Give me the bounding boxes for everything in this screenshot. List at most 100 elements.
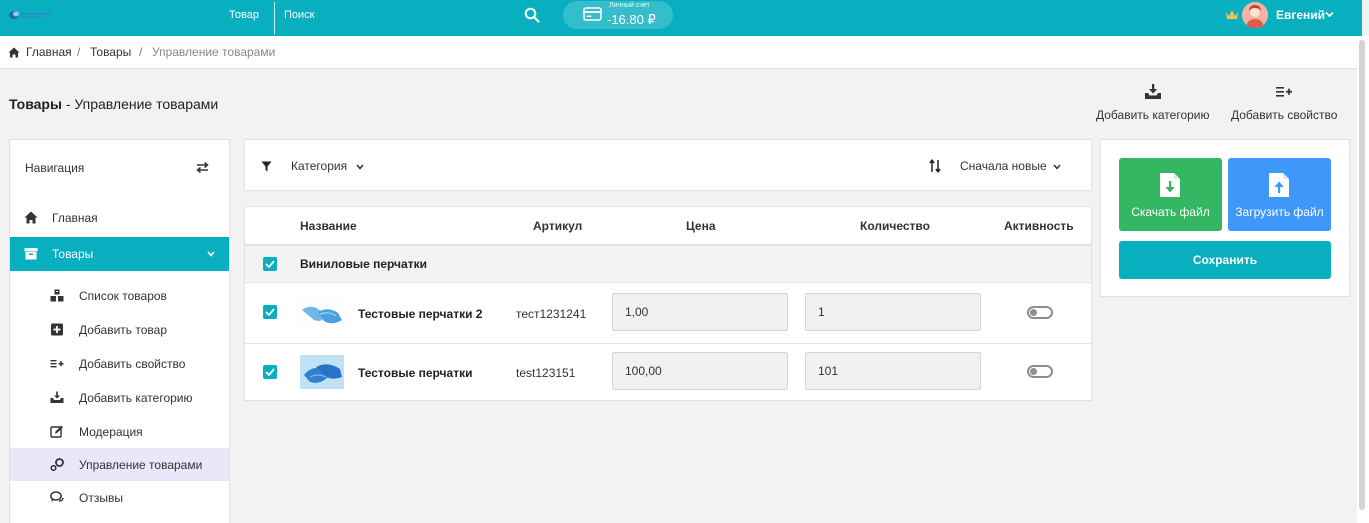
column-header-activity: Активность: [1004, 219, 1074, 233]
chevron-down-icon: [207, 251, 215, 257]
product-name: Тестовые перчатки: [358, 366, 473, 380]
check-icon: [265, 368, 275, 376]
sidebar-subitem-reviews[interactable]: Отзывы: [10, 481, 229, 514]
comments-icon: [50, 491, 64, 502]
sidebar-subitem-label: Добавить свойство: [79, 357, 186, 371]
sidebar-subitem-add-good[interactable]: Добавить товар: [10, 313, 229, 346]
sidebar-subitem-label: Отзывы: [79, 491, 123, 505]
download-file-label: Скачать файл: [1131, 205, 1210, 219]
sidebar-item-home[interactable]: Главная: [10, 201, 229, 235]
quantity-input[interactable]: 101: [805, 352, 981, 390]
list-plus-icon: [1276, 87, 1293, 97]
inbox-download-icon: [50, 391, 64, 403]
top-bar: Товар Поиск Личный счет -16.80 ₽ Евгений: [0, 0, 1362, 36]
check-icon: [265, 308, 275, 316]
boxes-icon: [50, 289, 64, 302]
filter-icon: [261, 161, 272, 172]
sidebar-header: Навигация: [25, 161, 85, 175]
logo[interactable]: [8, 9, 52, 21]
product-thumbnail[interactable]: [300, 355, 344, 389]
row-checkbox[interactable]: [263, 365, 277, 379]
sidebar-subitem-add-category[interactable]: Добавить категорию: [10, 381, 229, 414]
check-icon: [265, 260, 275, 268]
divider: [245, 343, 1091, 344]
sidebar-item-label: Главная: [52, 211, 98, 225]
home-icon: [24, 211, 38, 224]
chevron-down-icon[interactable]: [1053, 164, 1061, 170]
sort-icon: [929, 159, 941, 173]
nav-search-link[interactable]: Поиск: [284, 9, 314, 21]
column-header-sku: Артикул: [533, 219, 583, 233]
card-icon: [583, 7, 602, 21]
file-actions-panel: Скачать файл Загрузить файл Сохранить: [1100, 139, 1350, 297]
add-property-action[interactable]: Добавить свойство: [1231, 84, 1337, 122]
home-icon: [8, 47, 20, 58]
group-row: Виниловые перчатки: [245, 246, 1091, 282]
product-sku: test123151: [516, 366, 576, 380]
search-icon[interactable]: [524, 7, 540, 23]
divider: [245, 282, 1091, 283]
balance-label: Личный счет: [609, 2, 650, 9]
breadcrumb-current: Управление товарами: [152, 45, 276, 59]
save-button[interactable]: Сохранить: [1119, 241, 1331, 279]
sidebar-subitem-goods-management[interactable]: Управление товарами: [10, 448, 229, 481]
user-name[interactable]: Евгений: [1276, 8, 1325, 22]
row-checkbox[interactable]: [263, 305, 277, 319]
box-icon: [24, 248, 38, 260]
group-checkbox[interactable]: [263, 257, 277, 271]
breadcrumb-home[interactable]: Главная: [26, 45, 72, 59]
sidebar-subitem-label: Управление товарами: [79, 458, 203, 472]
breadcrumb-separator: /: [77, 45, 81, 59]
add-property-label: Добавить свойство: [1231, 108, 1338, 122]
add-category-action[interactable]: Добавить категорию: [1096, 84, 1210, 122]
gears-icon: [50, 458, 64, 471]
sidebar-subitem-label: Добавить товар: [79, 323, 167, 337]
plus-square-icon: [51, 323, 63, 336]
goods-table: Название Артикул Цена Количество Активно…: [244, 206, 1092, 401]
breadcrumb-goods[interactable]: Товары: [90, 45, 131, 59]
activity-toggle[interactable]: [1027, 306, 1053, 319]
balance-value: -16.80 ₽: [607, 12, 656, 27]
sidebar-item-label: Товары: [52, 247, 94, 261]
sidebar: Навигация Главная Товары Список товаров: [9, 139, 230, 523]
nav-goods-link[interactable]: Товар: [229, 9, 259, 21]
breadcrumb: Главная / Товары / Управление товарами: [0, 36, 1362, 69]
activity-toggle[interactable]: [1027, 365, 1053, 378]
crown-icon: [1226, 10, 1238, 19]
sidebar-subitem-moderation[interactable]: Модерация: [10, 415, 229, 448]
sidebar-subitem-add-property[interactable]: Добавить свойство: [10, 347, 229, 380]
inbox-download-icon: [1144, 84, 1161, 99]
page-title: Товары - Управление товарами: [9, 96, 218, 112]
sort-dropdown[interactable]: Сначала новые: [960, 159, 1047, 173]
quantity-input[interactable]: 1: [805, 293, 981, 331]
scrollbar-thumb[interactable]: [1359, 40, 1365, 510]
product-sku: тест1231241: [516, 307, 587, 321]
chevron-down-icon[interactable]: [1325, 11, 1334, 18]
column-header-price: Цена: [686, 219, 716, 233]
avatar[interactable]: [1242, 2, 1268, 28]
column-header-name: Название: [300, 219, 357, 233]
price-input[interactable]: 1,00: [612, 293, 788, 331]
sidebar-subitem-goods-list[interactable]: Список товаров: [10, 279, 229, 312]
chevron-down-icon[interactable]: [356, 164, 364, 170]
download-file-button[interactable]: Скачать файл: [1119, 158, 1222, 231]
category-filter[interactable]: Категория: [291, 159, 347, 173]
edit-icon: [50, 425, 63, 438]
price-input[interactable]: 100,00: [612, 352, 788, 390]
sidebar-item-goods[interactable]: Товары: [10, 237, 229, 271]
upload-file-button[interactable]: Загрузить файл: [1228, 158, 1331, 231]
list-plus-icon: [50, 360, 64, 368]
file-upload-icon: [1269, 173, 1289, 197]
breadcrumb-separator: /: [139, 45, 143, 59]
product-thumbnail[interactable]: [300, 296, 344, 330]
add-category-label: Добавить категорию: [1096, 108, 1210, 122]
product-name: Тестовые перчатки 2: [358, 307, 483, 321]
group-label: Виниловые перчатки: [300, 257, 427, 271]
column-header-quantity: Количество: [860, 219, 930, 233]
sidebar-subitem-label: Список товаров: [79, 289, 167, 303]
file-download-icon: [1160, 173, 1180, 197]
account-balance[interactable]: Личный счет -16.80 ₽: [563, 1, 673, 29]
swap-arrows-icon[interactable]: [196, 162, 209, 173]
upload-file-label: Загрузить файл: [1235, 205, 1324, 219]
sidebar-subitem-label: Добавить категорию: [79, 391, 193, 405]
